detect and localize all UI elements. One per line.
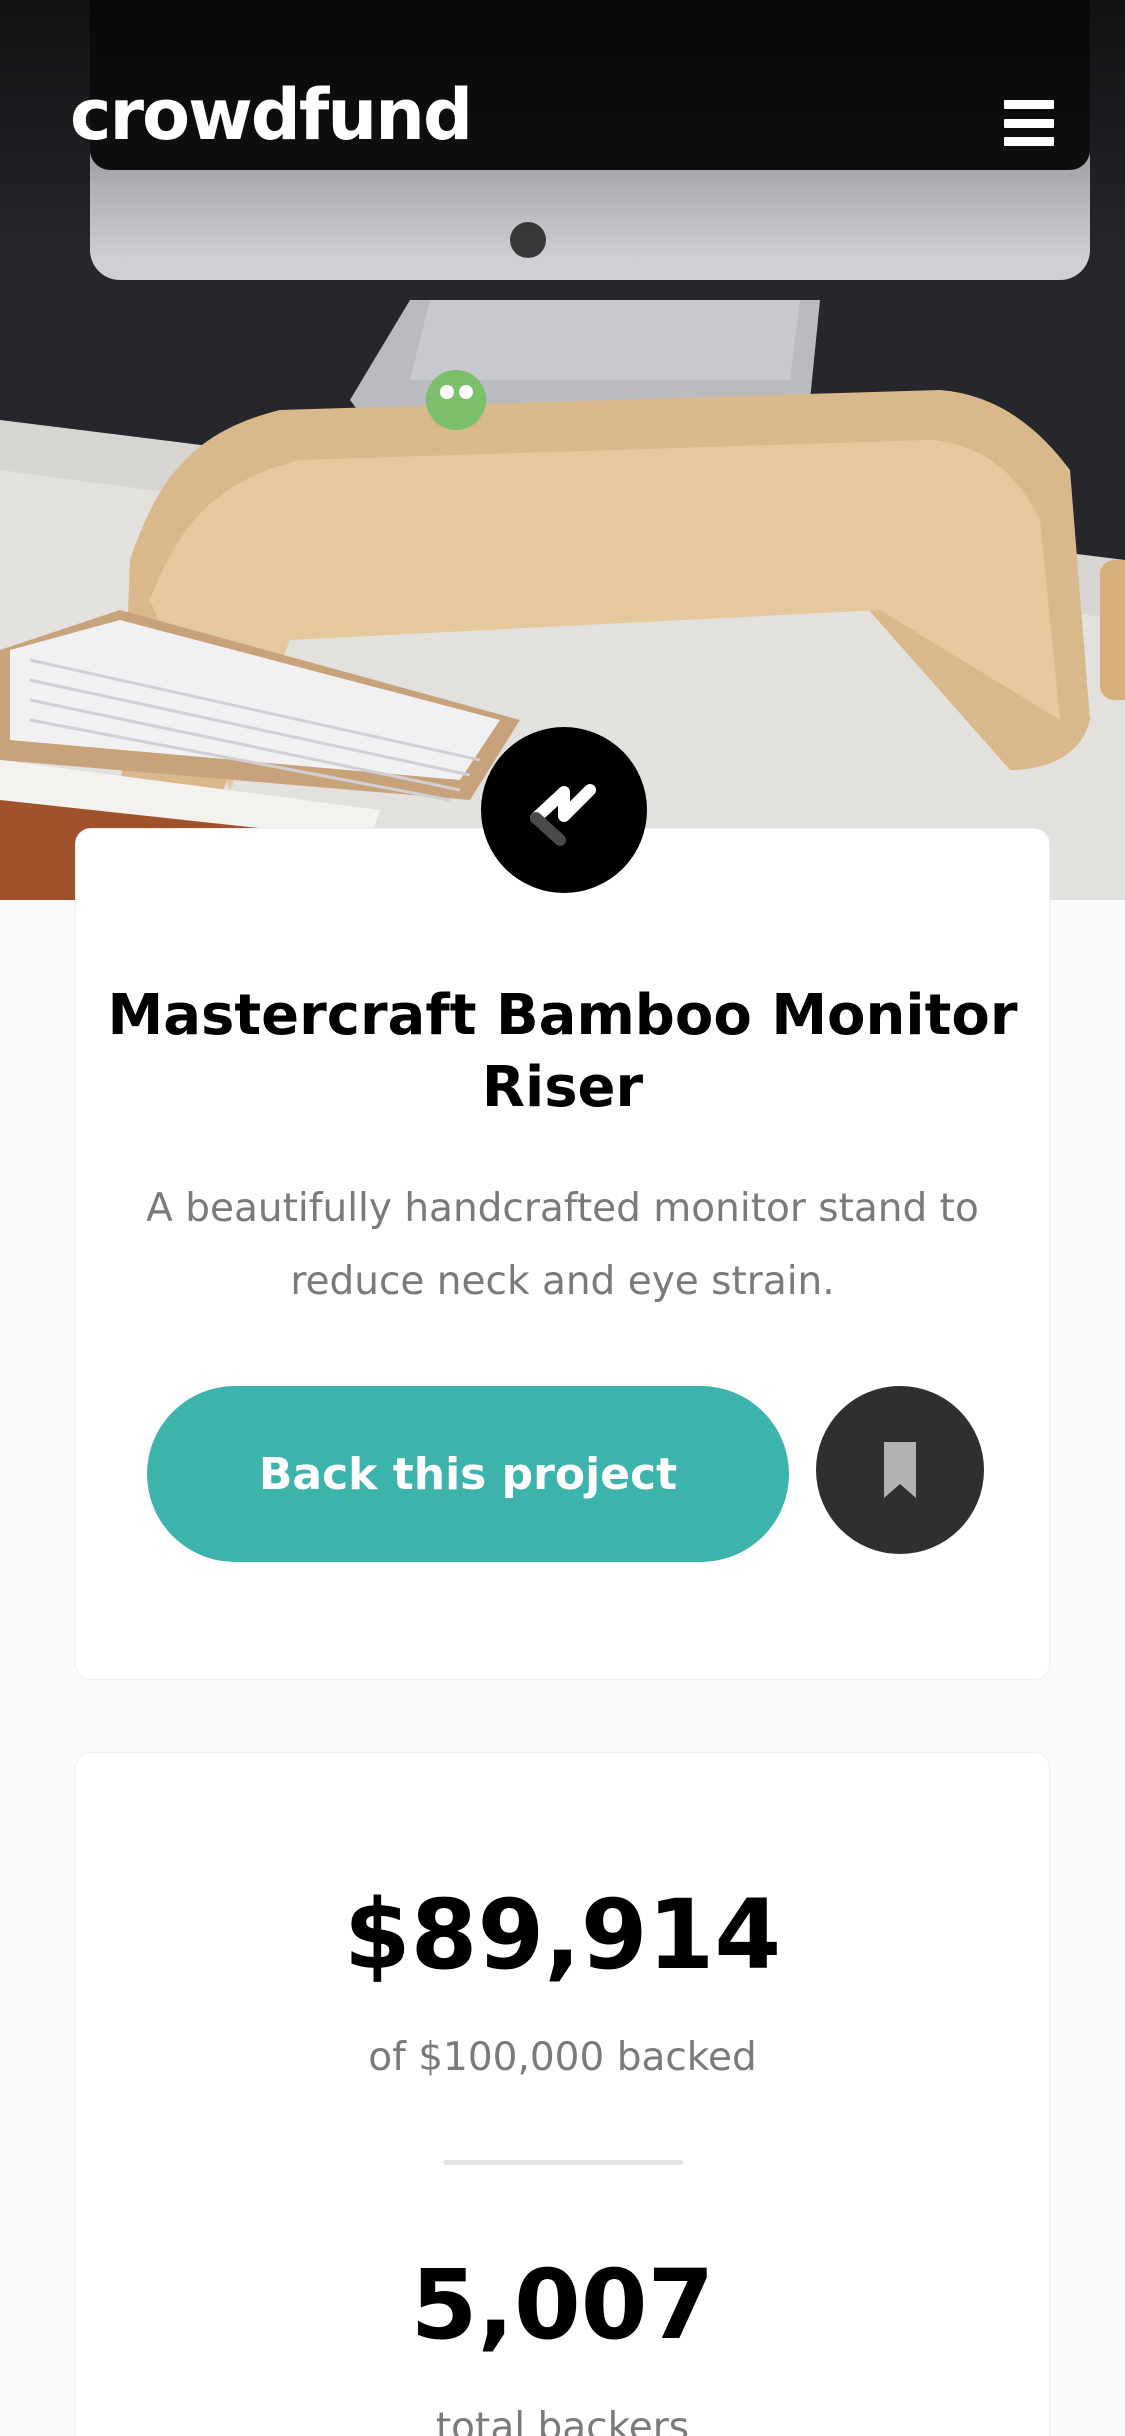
page: crowdfund Mastercraft Bamboo Monitor Ris…: [0, 0, 1125, 2436]
amount-backed-label: of $100,000 backed: [368, 2035, 757, 2080]
mastercraft-logo-icon: [481, 727, 647, 893]
total-backers: 5,007: [410, 2249, 715, 2361]
project-title: Mastercraft Bamboo Monitor Riser: [107, 983, 1018, 1120]
stat-divider: [443, 2160, 683, 2165]
back-project-label: Back this project: [258, 1448, 678, 1500]
total-backers-label: total backers: [435, 2405, 690, 2436]
hamburger-icon[interactable]: [1004, 100, 1054, 146]
logo[interactable]: crowdfund: [70, 80, 473, 150]
back-project-button[interactable]: Back this project: [147, 1386, 789, 1562]
bookmark-icon: [884, 1442, 916, 1498]
bookmark-button[interactable]: [816, 1386, 984, 1554]
amount-backed: $89,914: [343, 1879, 782, 1991]
project-description: A beautifully handcrafted monitor stand …: [146, 1186, 979, 1304]
